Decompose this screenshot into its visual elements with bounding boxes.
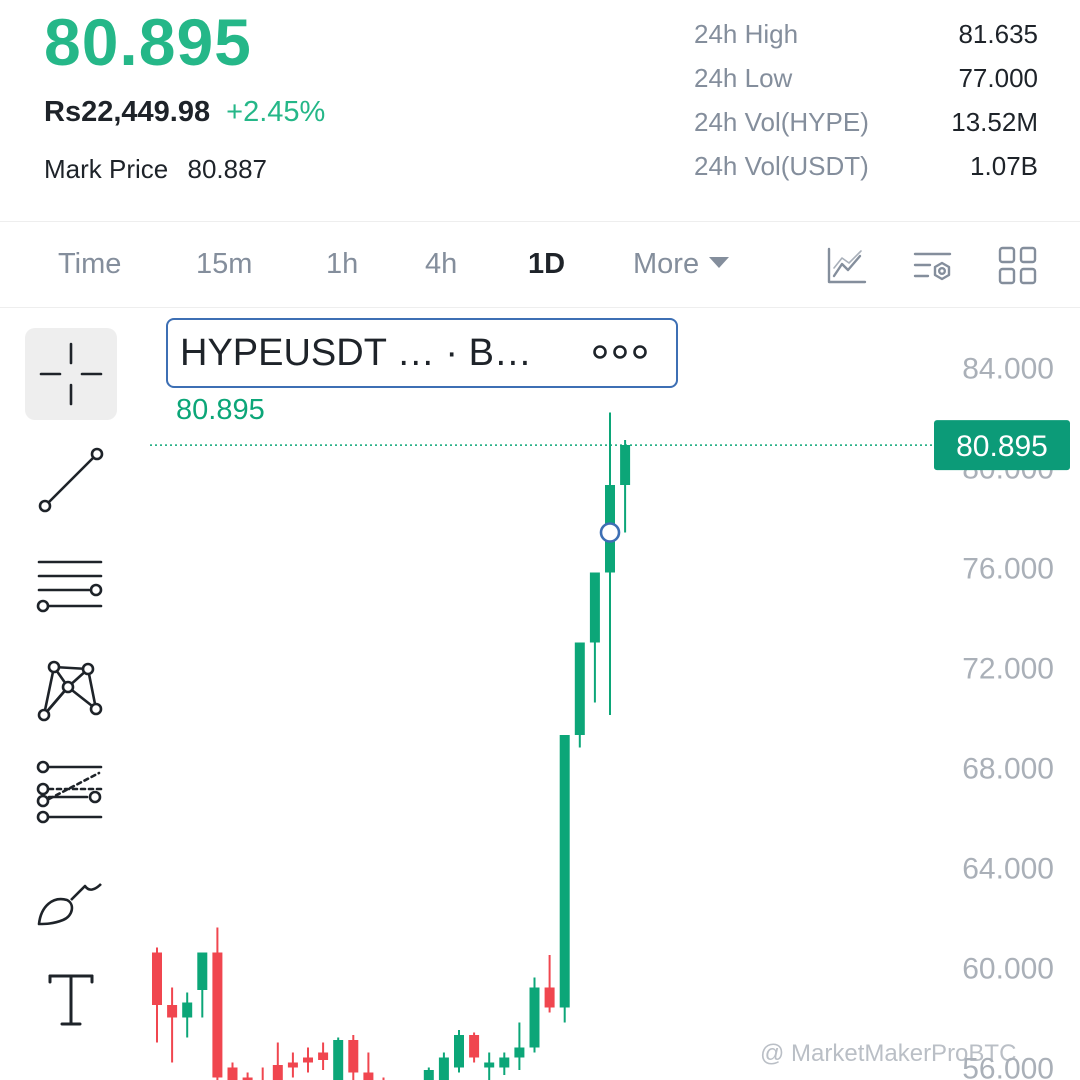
- y-tick-label: 84.000: [962, 353, 1054, 386]
- symbol-legend[interactable]: HYPEUSDT … · B…: [166, 318, 678, 388]
- more-dots-icon[interactable]: [592, 344, 648, 365]
- tab-1d[interactable]: 1D: [528, 248, 565, 281]
- fiat-price: Rs22,449.98: [44, 96, 211, 128]
- chevron-down-icon: [709, 257, 730, 268]
- horizontal-lines-tool[interactable]: [25, 540, 117, 632]
- crosshair-icon: [39, 342, 103, 406]
- stat-value: 1.07B: [970, 150, 1038, 181]
- y-tick-label: 76.000: [962, 553, 1054, 586]
- indicator-chart-icon[interactable]: [826, 246, 868, 291]
- stat-label: 24h High: [694, 18, 799, 49]
- y-tick-label: 64.000: [962, 853, 1054, 886]
- candle-body: [287, 1062, 298, 1068]
- stat-24h-vol-usdt: 24h Vol(USDT) 1.07B: [694, 144, 1038, 188]
- candle-body: [212, 952, 223, 1078]
- candle-body: [499, 1057, 510, 1068]
- candle-body: [620, 445, 631, 485]
- stat-24h-high: 24h High 81.635: [694, 12, 1038, 56]
- current-price-label: 80.895: [956, 430, 1048, 463]
- interval-tabs: Time 15m 1h 4h 1D More: [0, 224, 1080, 308]
- candle-body: [348, 1040, 359, 1073]
- candle-body: [272, 1065, 283, 1080]
- pattern-tool[interactable]: [25, 642, 117, 734]
- candle-body: [182, 1002, 193, 1018]
- stat-24h-vol-hype: 24h Vol(HYPE) 13.52M: [694, 100, 1038, 144]
- brush-icon: [37, 883, 102, 926]
- candle-body: [303, 1057, 313, 1063]
- pattern-icon: [37, 660, 103, 722]
- mark-price-row: Mark Price 80.887: [44, 154, 267, 185]
- horizontal-lines-icon: [36, 560, 103, 613]
- stat-value: 77.000: [958, 62, 1038, 93]
- watermark: @ MarketMakerProBTC: [760, 1040, 1017, 1067]
- tab-1h[interactable]: 1h: [326, 248, 358, 281]
- stat-24h-low: 24h Low 77.000: [694, 56, 1038, 100]
- more-label: More: [633, 248, 700, 280]
- stats-panel: 24h High 81.635 24h Low 77.000 24h Vol(H…: [694, 12, 1038, 188]
- candle-body: [514, 1047, 525, 1058]
- candle-body: [423, 1070, 434, 1080]
- tab-more[interactable]: More: [633, 248, 730, 281]
- ticker-header: 80.895 Rs22,449.98 +2.45% Mark Price 80.…: [0, 0, 1080, 222]
- tab-15m[interactable]: 15m: [196, 248, 252, 281]
- trend-line-tool[interactable]: [25, 434, 117, 526]
- mark-price-label: Mark Price: [44, 154, 169, 184]
- candle-body: [484, 1062, 495, 1068]
- chart-settings-icon[interactable]: [912, 246, 954, 291]
- candle-body: [574, 642, 585, 735]
- legend-close-value: 80.895: [176, 394, 265, 426]
- candle-body: [454, 1035, 464, 1068]
- brush-tool[interactable]: [25, 854, 117, 946]
- fibonacci-icon: [36, 760, 103, 824]
- legend-symbol: HYPEUSDT … · B…: [180, 332, 532, 374]
- candle-body: [333, 1040, 344, 1080]
- stat-label: 24h Vol(USDT): [694, 150, 869, 181]
- text-tool[interactable]: [25, 954, 117, 1046]
- candle-body: [152, 952, 162, 1005]
- change-percent: +2.45%: [226, 96, 326, 128]
- candle-body: [469, 1035, 480, 1058]
- candle-body: [167, 1005, 178, 1018]
- stat-value: 13.52M: [951, 106, 1038, 137]
- tab-time[interactable]: Time: [58, 248, 121, 281]
- candle-body: [227, 1067, 238, 1080]
- fibonacci-tool[interactable]: [25, 746, 117, 838]
- candle-body: [197, 952, 208, 990]
- fiat-row: Rs22,449.98 +2.45%: [44, 96, 325, 129]
- trend-line-icon: [38, 447, 104, 513]
- candle-body: [589, 572, 600, 643]
- stat-label: 24h Low: [694, 62, 793, 93]
- stat-label: 24h Vol(HYPE): [694, 106, 869, 137]
- candle-body: [363, 1072, 374, 1080]
- y-tick-label: 60.000: [962, 953, 1054, 986]
- candle-body: [544, 987, 555, 1008]
- mark-price-value: 80.887: [187, 154, 268, 184]
- drawing-toolbar: [0, 310, 150, 1080]
- stat-value: 81.635: [958, 18, 1038, 49]
- y-tick-label: 72.000: [962, 653, 1054, 686]
- candle-body: [318, 1052, 329, 1060]
- candle-body: [559, 735, 570, 1008]
- layout-grid-icon[interactable]: [998, 246, 1038, 291]
- text-tool-icon: [48, 974, 94, 1026]
- tab-4h[interactable]: 4h: [425, 248, 457, 281]
- crosshair-tool[interactable]: [25, 328, 117, 420]
- candle-body: [529, 987, 540, 1048]
- y-tick-label: 68.000: [962, 753, 1054, 786]
- drawing-anchor-handle[interactable]: [599, 522, 621, 543]
- candle-body: [438, 1057, 449, 1080]
- candlestick-chart[interactable]: 84.00080.00076.00072.00068.00064.00060.0…: [150, 310, 1080, 1080]
- last-price: 80.895: [44, 5, 252, 79]
